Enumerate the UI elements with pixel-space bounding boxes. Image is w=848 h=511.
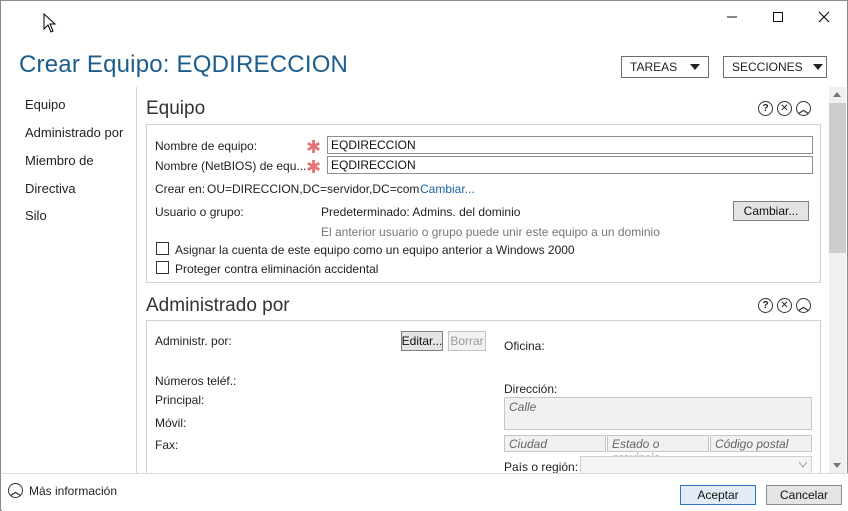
maximize-button[interactable] — [755, 1, 801, 33]
dialog-footer: ︿ Más información Aceptar Cancelar — [2, 473, 848, 511]
aceptar-button[interactable]: Aceptar — [680, 485, 756, 505]
scroll-thumb[interactable] — [829, 103, 846, 253]
nombre-equipo-input[interactable]: EQDIRECCION — [327, 136, 813, 154]
help-icon[interactable]: ? — [758, 101, 773, 116]
close-section-icon[interactable]: ✕ — [777, 101, 792, 116]
nav-item-miembro-de[interactable]: Miembro de — [25, 153, 94, 168]
more-info-toggle[interactable]: ︿ Más información — [8, 483, 117, 498]
usuario-grupo-label: Usuario o grupo: — [155, 205, 244, 219]
estado-field[interactable]: Estado o provincia — [607, 435, 709, 465]
help-icon[interactable]: ? — [758, 298, 773, 313]
nav-item-administrado-por[interactable]: Administrado por — [25, 125, 123, 140]
administrado-section-title: Administrado por — [146, 295, 290, 316]
minimize-button[interactable] — [709, 1, 755, 33]
equipo-section-title: Equipo — [146, 98, 206, 119]
vertical-scrollbar[interactable] — [829, 87, 846, 473]
chevron-down-icon — [690, 64, 700, 70]
close-button[interactable] — [801, 1, 847, 33]
nav-item-directiva[interactable]: Directiva — [25, 181, 76, 196]
create-computer-dialog: Crear Equipo: EQDIRECCION TAREAS SECCION… — [0, 0, 848, 511]
editar-button[interactable]: Editar... — [401, 331, 443, 351]
tareas-dropdown[interactable]: TAREAS — [621, 56, 709, 78]
pais-region-select[interactable] — [580, 456, 812, 473]
equipo-section-controls: ? ✕ ︿ — [758, 101, 811, 116]
more-info-label: Más información — [29, 483, 118, 498]
tareas-label: TAREAS — [630, 60, 678, 74]
win2000-checkbox-label: Asignar la cuenta de este equipo como un… — [175, 243, 575, 257]
administrado-section-box: Administr. por: Editar... Borrar Oficina… — [146, 320, 821, 473]
required-asterisk-icon: ✱ — [306, 157, 322, 177]
netbios-label: Nombre (NetBIOS) de equ... — [155, 159, 307, 173]
proteger-checkbox[interactable] — [156, 261, 169, 274]
administr-por-label: Administr. por: — [155, 334, 232, 348]
chevron-down-icon — [812, 64, 823, 70]
crear-en-label: Crear en: — [155, 182, 206, 196]
calle-field[interactable]: Calle — [504, 397, 812, 430]
content-panel: Equipo ? ✕ ︿ Nombre de equipo: ✱ EQDIREC… — [139, 87, 829, 473]
direccion-label: Dirección: — [504, 382, 558, 396]
netbios-input[interactable]: EQDIRECCION — [327, 156, 813, 174]
minimize-icon — [727, 16, 737, 18]
cancelar-button[interactable]: Cancelar — [766, 485, 842, 505]
maximize-icon — [773, 12, 783, 22]
crear-en-value: OU=DIRECCION,DC=servidor,DC=com — [207, 182, 420, 196]
chevron-down-icon — [799, 462, 807, 468]
proteger-checkbox-label: Proteger contra eliminación accidental — [175, 262, 379, 276]
win2000-checkbox[interactable] — [156, 242, 169, 255]
nav-item-equipo[interactable]: Equipo — [25, 97, 65, 112]
section-nav: Equipo Administrado por Miembro de Direc… — [3, 87, 137, 473]
usuario-grupo-hint: El anterior usuario o grupo puede unir e… — [321, 225, 660, 239]
pais-region-label: País o región: — [504, 460, 579, 473]
usuario-grupo-value: Predeterminado: Admins. del dominio — [321, 205, 521, 219]
numeros-telef-label: Números teléf.: — [155, 374, 237, 388]
collapse-icon[interactable]: ︿ — [796, 101, 811, 116]
fax-label: Fax: — [155, 438, 179, 452]
codigo-postal-field[interactable]: Código postal — [710, 435, 812, 452]
secciones-label: SECCIONES — [732, 60, 803, 74]
nombre-equipo-label: Nombre de equipo: — [155, 139, 258, 153]
equipo-section-box: Nombre de equipo: ✱ EQDIRECCION Nombre (… — [146, 124, 821, 283]
scroll-down-icon[interactable] — [833, 463, 841, 468]
oficina-label: Oficina: — [504, 339, 545, 353]
cambiar-usuario-button[interactable]: Cambiar... — [733, 201, 809, 221]
close-section-icon[interactable]: ✕ — [777, 298, 792, 313]
nav-item-silo[interactable]: Silo — [25, 208, 47, 223]
cambiar-ou-link[interactable]: Cambiar... — [420, 182, 475, 196]
chevron-up-icon: ︿ — [8, 483, 23, 498]
movil-label: Móvil: — [155, 416, 187, 430]
borrar-button[interactable]: Borrar — [448, 331, 486, 351]
title-bar — [1, 1, 847, 35]
mouse-cursor-icon — [43, 13, 57, 33]
page-title: Crear Equipo: EQDIRECCION — [19, 51, 349, 78]
ciudad-field[interactable]: Ciudad — [504, 435, 606, 452]
scroll-up-icon[interactable] — [833, 92, 841, 97]
principal-label: Principal: — [155, 393, 205, 407]
collapse-icon[interactable]: ︿ — [796, 298, 811, 313]
required-asterisk-icon: ✱ — [306, 137, 322, 157]
close-icon — [818, 11, 830, 23]
administrado-section-controls: ? ✕ ︿ — [758, 298, 811, 313]
secciones-dropdown[interactable]: SECCIONES — [723, 56, 827, 78]
